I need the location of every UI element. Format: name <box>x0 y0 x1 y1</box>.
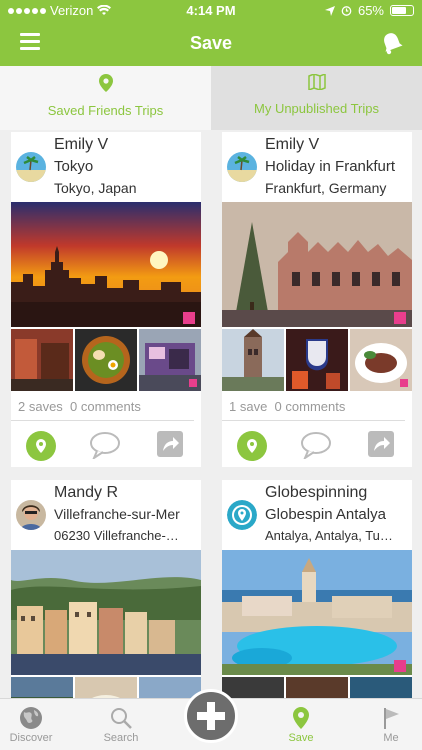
thumbnail[interactable] <box>350 329 412 391</box>
card-actions <box>222 421 412 467</box>
trip-location: Frankfurt, Germany <box>265 180 387 196</box>
save-pin-button[interactable] <box>237 431 267 461</box>
card-header: Globespinning Globespin Antalya Antalya,… <box>222 480 412 550</box>
plus-icon <box>197 702 225 730</box>
bottom-tab-bar: Discover Search Save Me <box>0 689 422 750</box>
thumbnail-row <box>11 677 201 698</box>
user-name: Mandy R <box>54 484 119 501</box>
thumbnail[interactable] <box>75 329 137 391</box>
tab-label: My Unpublished Trips <box>254 101 379 116</box>
trip-card[interactable]: Mandy R Villefranche-sur-Mer 06230 Ville… <box>11 480 201 698</box>
share-button[interactable] <box>368 431 394 457</box>
trip-title: Holiday in Frankfurt <box>265 158 396 175</box>
map-pin-icon <box>247 439 257 453</box>
trip-stats: 1 save 0 comments <box>222 391 405 421</box>
globe-icon <box>20 707 42 729</box>
comments-count: 0 comments <box>274 399 346 414</box>
tab-label: Search <box>103 732 139 744</box>
card-header: Emily V Tokyo Tokyo, Japan <box>11 132 201 202</box>
thumbnail-row <box>11 329 201 391</box>
thumbnail-row <box>222 329 412 391</box>
share-button[interactable] <box>157 431 183 457</box>
tab-saved-friends-trips[interactable]: Saved Friends Trips <box>0 66 211 130</box>
card-header: Mandy R Villefranche-sur-Mer 06230 Ville… <box>11 480 201 550</box>
avatar <box>16 152 46 182</box>
flag-icon <box>384 708 399 729</box>
tab-me[interactable]: Me <box>356 706 422 744</box>
trip-card[interactable]: Emily V Tokyo Tokyo, Japan 2 saves 0 com… <box>11 132 201 467</box>
trip-card[interactable]: Emily V Holiday in Frankfurt Frankfurt, … <box>222 132 412 467</box>
thumbnail[interactable] <box>11 677 73 698</box>
trip-card[interactable]: Globespinning Globespin Antalya Antalya,… <box>222 480 412 698</box>
tab-label: Saved Friends Trips <box>47 103 164 118</box>
comment-icon[interactable] <box>89 431 121 459</box>
alarm-icon <box>341 6 352 16</box>
trip-location: Antalya, Antalya, Tu… <box>265 528 393 543</box>
trip-location: Tokyo, Japan <box>54 180 137 196</box>
user-name: Globespinning <box>265 484 368 501</box>
trip-title: Villefranche-sur-Mer <box>54 506 180 522</box>
saves-count: 1 save <box>229 399 268 414</box>
user-name: Emily V <box>265 136 320 153</box>
tab-discover[interactable]: Discover <box>0 706 66 744</box>
map-pin-icon <box>293 707 309 729</box>
thumbnail[interactable] <box>11 329 73 391</box>
trip-location: 06230 Villefranche-… <box>54 528 179 543</box>
thumbnail[interactable] <box>286 329 348 391</box>
tab-my-unpublished-trips[interactable]: My Unpublished Trips <box>211 66 422 130</box>
comment-icon[interactable] <box>300 431 332 459</box>
nav-bar: Save <box>0 22 422 66</box>
page-title: Save <box>189 33 233 53</box>
card-header: Emily V Holiday in Frankfurt Frankfurt, … <box>222 132 412 202</box>
avatar <box>227 152 257 182</box>
tab-save[interactable]: Save <box>266 706 336 744</box>
thumbnail-row <box>222 677 412 698</box>
tab-search[interactable]: Search <box>86 706 156 744</box>
thumbnail[interactable] <box>286 677 348 698</box>
comments-count: 0 comments <box>70 399 141 414</box>
user-name: Emily V <box>54 136 109 153</box>
trip-title: Tokyo <box>54 158 94 175</box>
tab-label: Discover <box>9 732 53 744</box>
battery-percent: 65% <box>357 3 384 18</box>
tab-label: Me <box>383 732 399 744</box>
add-trip-button[interactable] <box>184 689 238 743</box>
trip-feed[interactable]: Emily V Tokyo Tokyo, Japan 2 saves 0 com… <box>0 130 422 698</box>
share-arrow-icon <box>163 437 179 451</box>
trip-photo[interactable] <box>11 202 201 327</box>
status-bar: Verizon 4:14 PM 65% <box>0 0 422 22</box>
bell-icon[interactable] <box>380 31 404 55</box>
thumbnail[interactable] <box>75 677 137 698</box>
trip-photo[interactable] <box>222 202 412 327</box>
map-pin-icon <box>98 74 113 92</box>
card-actions <box>11 421 201 467</box>
location-arrow-icon <box>324 5 335 16</box>
battery-icon <box>390 5 414 16</box>
save-pin-button[interactable] <box>26 431 56 461</box>
trip-title: Globespin Antalya <box>265 506 386 523</box>
map-pin-icon <box>36 439 46 453</box>
magnifier-icon <box>111 708 132 729</box>
share-arrow-icon <box>374 437 390 451</box>
thumbnail[interactable] <box>222 329 284 391</box>
avatar <box>227 500 257 530</box>
avatar <box>16 500 46 530</box>
tab-bar: Saved Friends Trips My Unpublished Trips <box>0 66 422 130</box>
trip-photo[interactable] <box>11 550 201 675</box>
thumbnail[interactable] <box>350 677 412 698</box>
thumbnail[interactable] <box>139 329 201 391</box>
folded-map-icon <box>307 72 326 92</box>
trip-stats: 2 saves 0 comments <box>11 391 194 421</box>
tab-label: Save <box>288 732 314 744</box>
saves-count: 2 saves <box>18 399 63 414</box>
trip-photo[interactable] <box>222 550 412 675</box>
